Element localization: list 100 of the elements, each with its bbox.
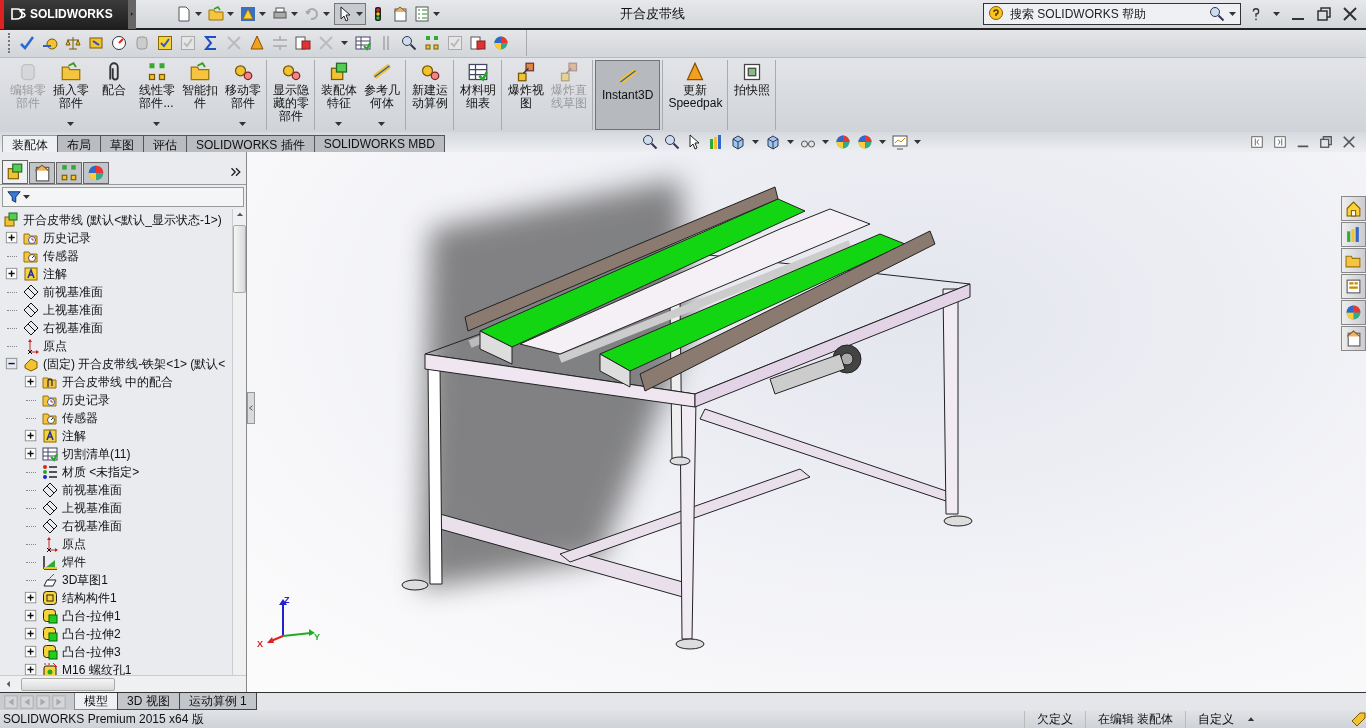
caret-icon[interactable] (1273, 12, 1280, 16)
expand-icon[interactable] (24, 627, 38, 641)
expand-icon[interactable] (5, 231, 19, 245)
ribbon-command[interactable]: 装配体特征 (317, 59, 360, 130)
tree-item[interactable]: 传感器 (43, 248, 79, 264)
view-orientation-icon[interactable] (730, 134, 746, 150)
panel-tab[interactable] (83, 162, 109, 184)
tree-item[interactable]: 切割清单(11) (62, 446, 131, 462)
scroll-thumb[interactable] (233, 225, 246, 293)
command-tab[interactable]: 草图 (100, 135, 144, 152)
tree-item[interactable]: M16 螺纹孔1 (62, 662, 132, 675)
caret-icon[interactable] (23, 195, 30, 199)
caret-icon[interactable] (153, 121, 160, 126)
tree-item[interactable]: 历史记录 (43, 230, 91, 246)
panel-tab[interactable] (29, 162, 55, 184)
caret-icon[interactable] (291, 12, 298, 16)
tree-item[interactable]: 右视基准面 (43, 320, 103, 336)
tree-item[interactable]: 前视基准面 (62, 482, 122, 498)
tree-item[interactable]: 上视基准面 (62, 500, 122, 516)
select-cursor-icon[interactable] (337, 6, 353, 22)
compare-icon[interactable] (295, 35, 311, 52)
model-tab[interactable]: 3D 视图 (117, 693, 180, 710)
ribbon-command[interactable]: 显示隐藏的零部件 (269, 59, 312, 130)
ribbon-command[interactable]: 智能扣件 (178, 59, 221, 130)
expand-icon[interactable] (24, 447, 38, 461)
tree-item[interactable]: 历史记录 (62, 392, 110, 408)
tree-item[interactable]: 原点 (62, 536, 86, 552)
caret-icon[interactable] (259, 12, 266, 16)
tree-item[interactable]: 焊件 (62, 554, 86, 570)
tree-item[interactable]: 开合皮带线 (默认<默认_显示状态-1>) (23, 212, 222, 228)
expand-icon[interactable] (24, 663, 38, 675)
caret-icon[interactable] (323, 12, 330, 16)
caret-icon[interactable] (67, 121, 74, 126)
restore-icon[interactable] (1316, 6, 1332, 22)
tree-item[interactable]: 注解 (43, 266, 67, 282)
pattern-icon[interactable] (424, 35, 440, 52)
expand-icon[interactable] (24, 429, 38, 443)
measure-tape-icon[interactable] (42, 35, 58, 52)
checkbox-icon[interactable] (180, 35, 196, 52)
help-search-field[interactable]: 搜索 SOLIDWORKS 帮助 (983, 3, 1241, 25)
help-search-input[interactable]: 搜索 SOLIDWORKS 帮助 (1008, 6, 1205, 22)
ribbon-command[interactable]: 更新 Speedpak (665, 59, 726, 130)
command-tab[interactable]: 布局 (57, 135, 101, 152)
model-tab[interactable]: 模型 (74, 693, 118, 710)
caret-icon[interactable] (195, 12, 202, 16)
command-tab[interactable]: 装配体 (2, 135, 58, 152)
caret-icon[interactable] (822, 140, 829, 144)
caret-icon[interactable] (356, 12, 363, 16)
close-icon[interactable] (1342, 135, 1356, 149)
save-icon[interactable] (240, 6, 256, 22)
panel-tab[interactable] (2, 160, 28, 184)
scroll-thumb[interactable] (21, 677, 115, 691)
command-tab[interactable]: SOLIDWORKS MBD (313, 135, 446, 152)
command-tab[interactable]: 评估 (143, 135, 187, 152)
expand-icon[interactable] (24, 609, 38, 623)
overlap-squares-icon[interactable] (470, 35, 486, 52)
caret-icon[interactable] (1229, 12, 1236, 16)
ribbon-command[interactable]: 配合 (92, 59, 135, 130)
model-tab[interactable]: 运动算例 1 (178, 693, 257, 710)
ribbon-command[interactable]: 参考几何体 (360, 59, 403, 130)
task-pane-button[interactable] (1341, 222, 1366, 247)
caret-icon[interactable] (335, 121, 342, 126)
panel-tab[interactable] (56, 162, 82, 184)
horizontal-scrollbar[interactable] (0, 675, 246, 692)
collapse-icon[interactable] (5, 357, 19, 371)
tile-left-icon[interactable] (1250, 135, 1264, 149)
filter-icon[interactable] (7, 190, 21, 204)
tree-item[interactable]: 右视基准面 (62, 518, 122, 534)
tree-item[interactable]: 前视基准面 (43, 284, 103, 300)
spell-check-icon[interactable] (19, 35, 35, 52)
tile-right-icon[interactable] (1273, 135, 1287, 149)
ribbon-command[interactable]: 材料明细表 (456, 59, 499, 130)
scene-icon[interactable] (857, 134, 873, 150)
tree-item[interactable]: 凸台-拉伸3 (62, 644, 121, 660)
caret-icon[interactable] (378, 121, 385, 126)
caret-icon[interactable] (239, 121, 246, 126)
ribbon-command[interactable]: 插入零部件 (49, 59, 92, 130)
appearance-icon[interactable] (835, 134, 851, 150)
caret-icon[interactable] (879, 140, 886, 144)
checkbox-icon[interactable] (157, 35, 173, 52)
frame-icon[interactable] (88, 35, 104, 52)
tree-item[interactable]: 上视基准面 (43, 302, 103, 318)
inspect-icon[interactable] (401, 35, 417, 52)
task-pane-button[interactable] (1341, 274, 1366, 299)
tree-item[interactable]: 凸台-拉伸1 (62, 608, 121, 624)
table-check-icon[interactable] (355, 35, 371, 52)
task-pane-button[interactable] (1341, 196, 1366, 221)
tree-item[interactable]: 原点 (43, 338, 67, 354)
tree-item[interactable]: 开合皮带线 中的配合 (62, 374, 174, 390)
task-pane-button[interactable] (1341, 300, 1366, 325)
ribbon-command[interactable]: 爆炸视图 (504, 59, 547, 130)
display-style-icon[interactable] (765, 134, 781, 150)
new-document-icon[interactable] (176, 6, 192, 22)
zoom-to-fit-icon[interactable] (642, 134, 658, 150)
expand-icon[interactable] (5, 267, 19, 281)
more-chevron-icon[interactable] (230, 165, 242, 178)
vertical-scrollbar[interactable] (232, 209, 246, 675)
view-settings-icon[interactable] (892, 134, 908, 150)
caret-icon[interactable] (914, 140, 921, 144)
checklist-icon[interactable] (414, 6, 430, 22)
